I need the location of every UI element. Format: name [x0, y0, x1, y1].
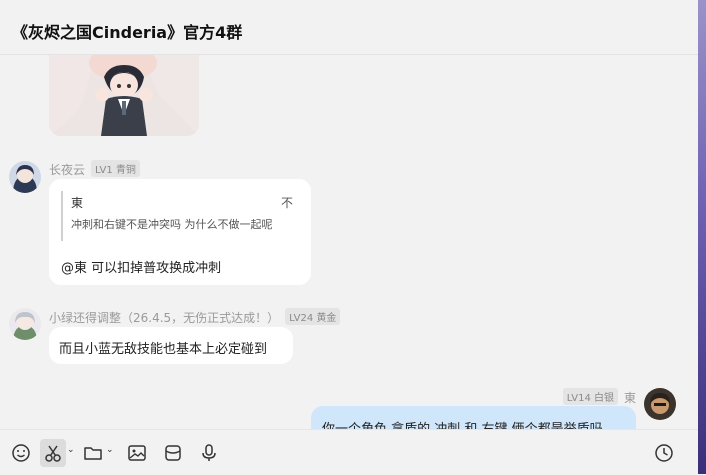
sender-name[interactable]: 长夜云: [49, 163, 85, 177]
quoted-text: 冲刺和右键不是冲突吗 为什么不做一起呢: [71, 218, 273, 231]
avatar[interactable]: [9, 308, 41, 340]
quoted-message[interactable]: 東 不 冲刺和右键不是冲突吗 为什么不做一起呢: [61, 191, 293, 241]
history-button[interactable]: [653, 442, 675, 464]
message-bubble[interactable]: 你一个角色 拿盾的 冲刺 和 右键 俩个都是举盾吗: [311, 406, 636, 429]
anime-girl-illustration: [49, 55, 199, 136]
folder-icon: [84, 447, 102, 460]
shared-image[interactable]: [49, 55, 199, 136]
message-bubble[interactable]: 東 不 冲刺和右键不是冲突吗 为什么不做一起呢 @東 可以扣掉普攻换成冲刺: [49, 179, 311, 285]
user-avatar-image: [644, 388, 676, 420]
bag-icon: [165, 445, 181, 461]
screenshot-button[interactable]: [40, 439, 66, 467]
window-edge: [698, 0, 706, 474]
user-avatar-image: [9, 308, 41, 340]
quoted-mark: 不: [280, 196, 293, 210]
microphone-icon: [202, 444, 216, 461]
emoji-icon: [12, 444, 30, 462]
red-packet-button[interactable]: [162, 442, 184, 464]
sender-name[interactable]: 東: [624, 391, 636, 405]
voice-button[interactable]: [198, 442, 220, 464]
sender-line: LV14 白银東: [562, 388, 636, 406]
scissors-icon: [45, 445, 61, 462]
quoted-author: 東: [71, 196, 84, 210]
image-icon: [128, 445, 146, 461]
sender-line: 小绿还得调整（26.4.5，无伤正式达成！） LV24 黄金: [49, 308, 341, 326]
chevron-down-icon[interactable]: ⌄: [106, 445, 114, 455]
history-icon: [655, 444, 673, 462]
chat-header: 《灰烬之国Cinderia》官方4群: [0, 0, 698, 55]
message-text: @東 可以扣掉普攻换成冲刺: [61, 261, 222, 276]
input-toolbar: ⌄ ⌄: [0, 429, 698, 475]
image-button[interactable]: [126, 442, 148, 464]
sender-name[interactable]: 小绿还得调整（26.4.5，无伤正式达成！）: [49, 311, 279, 325]
avatar[interactable]: [644, 388, 676, 420]
message-list[interactable]: 长夜云 LV1 青铜 東 不 冲刺和右键不是冲突吗 为什么不做一起呢 @東 可以扣…: [0, 55, 698, 429]
chevron-down-icon[interactable]: ⌄: [67, 445, 75, 455]
message-bubble[interactable]: 而且小蓝无敌技能也基本上必定碰到: [49, 327, 293, 364]
sender-line: 长夜云 LV1 青铜: [49, 160, 140, 178]
avatar[interactable]: [9, 161, 41, 193]
emoji-button[interactable]: [10, 442, 32, 464]
message-text: 你一个角色 拿盾的 冲刺 和 右键 俩个都是举盾吗: [322, 418, 603, 429]
group-title: 《灰烬之国Cinderia》官方4群: [12, 23, 243, 42]
message-text: 而且小蓝无敌技能也基本上必定碰到: [59, 342, 268, 357]
level-badge: LV1 青铜: [91, 160, 140, 177]
level-badge: LV24 黄金: [285, 308, 341, 325]
user-avatar-image: [9, 161, 41, 193]
file-button[interactable]: [82, 442, 104, 464]
level-badge: LV14 白银: [562, 388, 618, 405]
